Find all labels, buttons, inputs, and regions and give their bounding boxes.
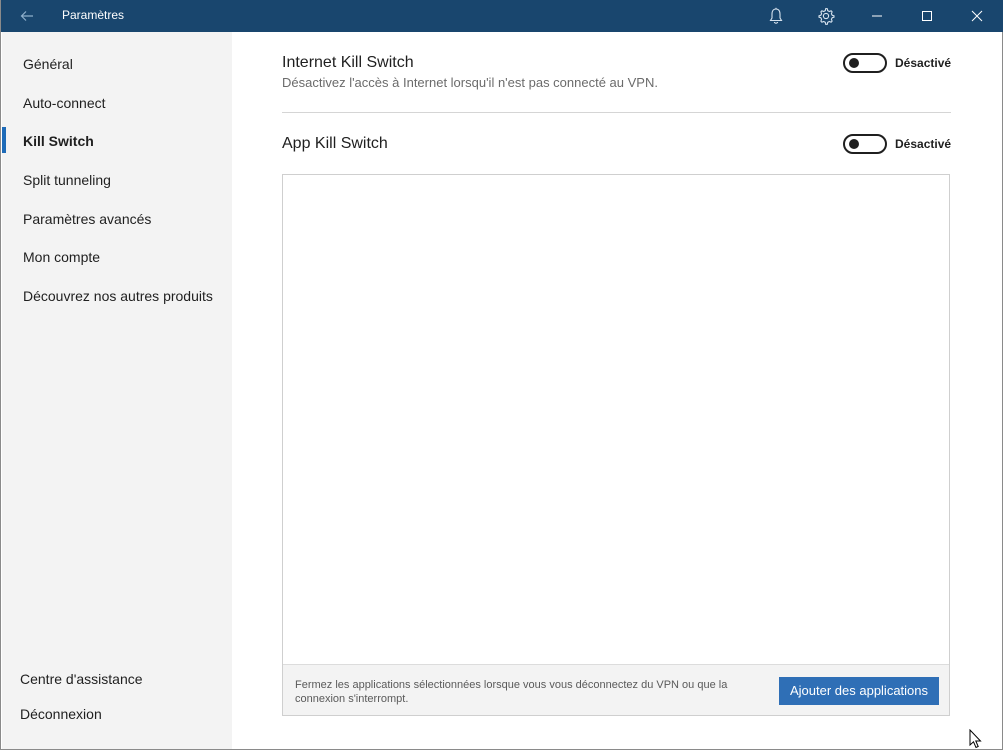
minimize-icon — [872, 15, 882, 17]
app-kill-switch-state: Désactivé — [895, 137, 952, 151]
maximize-icon — [922, 11, 932, 21]
settings-window: Paramètres Général Auto-connect Kill Swi… — [0, 0, 1003, 750]
back-button[interactable] — [9, 0, 45, 32]
sidebar-item-split-tunneling[interactable]: Split tunneling — [23, 171, 111, 189]
mouse-cursor-icon — [969, 729, 982, 749]
active-item-indicator — [2, 127, 6, 153]
window-title: Paramètres — [62, 8, 125, 22]
internet-kill-switch-toggle[interactable] — [843, 53, 887, 73]
back-arrow-icon — [20, 11, 33, 21]
sidebar-item-help-center[interactable]: Centre d'assistance — [20, 670, 143, 688]
sidebar-item-general[interactable]: Général — [23, 55, 73, 73]
sidebar-item-kill-switch[interactable]: Kill Switch — [23, 132, 94, 150]
internet-kill-switch-state: Désactivé — [895, 56, 952, 70]
close-icon — [971, 10, 983, 22]
internet-kill-switch-description: Désactivez l'accès à Internet lorsqu'il … — [282, 75, 658, 90]
sidebar-item-logout[interactable]: Déconnexion — [20, 705, 102, 723]
app-kill-switch-footer-text: Fermez les applications sélectionnées lo… — [295, 679, 728, 705]
title-bar: Paramètres — [1, 0, 1003, 32]
sidebar-item-auto-connect[interactable]: Auto-connect — [23, 94, 106, 112]
add-applications-button[interactable]: Ajouter des applications — [779, 677, 939, 705]
sidebar-item-other-products[interactable]: Découvrez nos autres produits — [23, 287, 213, 305]
app-list-footer: Fermez les applications sélectionnées lo… — [283, 664, 949, 715]
app-kill-switch-toggle[interactable] — [843, 134, 887, 154]
minimize-button[interactable] — [854, 0, 900, 32]
internet-kill-switch-title: Internet Kill Switch — [282, 54, 414, 71]
toggle-knob — [849, 58, 859, 68]
bell-icon — [769, 7, 783, 24]
maximize-button[interactable] — [904, 0, 950, 32]
kill-switch-panel: Internet Kill Switch Désactivez l'accès … — [232, 32, 1002, 749]
toggle-knob — [849, 139, 859, 149]
notifications-button[interactable] — [753, 0, 799, 32]
app-kill-switch-box: Fermez les applications sélectionnées lo… — [282, 174, 950, 716]
sidebar-item-my-account[interactable]: Mon compte — [23, 248, 100, 266]
settings-button[interactable] — [803, 0, 849, 32]
application-list[interactable] — [283, 175, 949, 664]
settings-sidebar: Général Auto-connect Kill Switch Split t… — [2, 32, 232, 749]
sidebar-item-advanced-settings[interactable]: Paramètres avancés — [23, 210, 151, 228]
section-divider — [282, 112, 951, 113]
gear-icon — [818, 7, 835, 25]
close-button[interactable] — [954, 0, 1000, 32]
app-kill-switch-title: App Kill Switch — [282, 135, 388, 152]
